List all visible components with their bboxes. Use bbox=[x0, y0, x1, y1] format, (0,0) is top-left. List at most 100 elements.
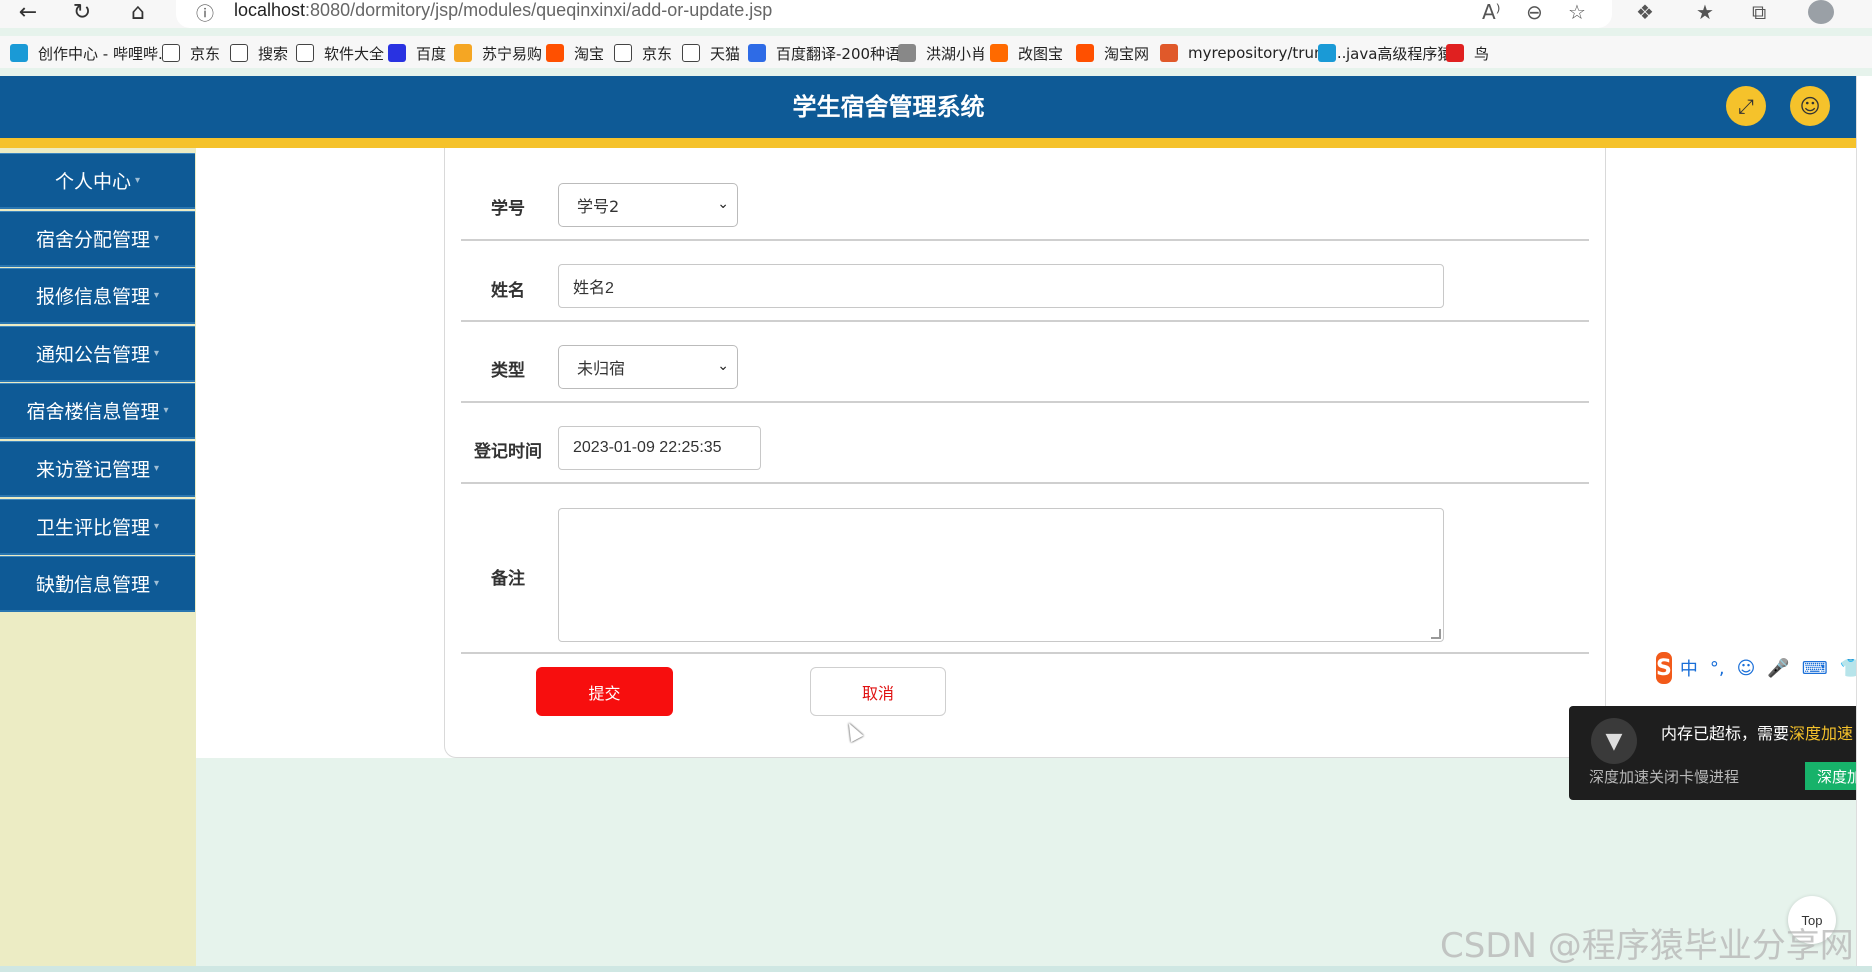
chevron-down-icon: ⌄ bbox=[717, 358, 729, 374]
bookmark-item[interactable]: 苏宁易购 bbox=[454, 42, 542, 64]
submit-button[interactable]: 提交 bbox=[536, 667, 673, 716]
bookmark-label: 百度 bbox=[416, 44, 447, 63]
read-aloud-icon[interactable]: A⁾ bbox=[1482, 0, 1501, 24]
bookmark-label: 京东 bbox=[642, 44, 673, 63]
bookmark-icon bbox=[230, 44, 248, 62]
time-input-value: 2023-01-09 22:25:35 bbox=[573, 439, 722, 456]
profile-icon[interactable] bbox=[1808, 0, 1834, 24]
bookmark-icon bbox=[682, 44, 700, 62]
shield-icon: ▼ bbox=[1591, 718, 1637, 764]
bookmark-icon bbox=[10, 44, 28, 62]
bookmark-label: 天猫 bbox=[710, 44, 741, 63]
bookmark-label: 苏宁易购 bbox=[482, 44, 543, 63]
address-bar[interactable]: ⓘ localhost:8080/dormitory/jsp/modules/q… bbox=[176, 0, 1612, 28]
bookmark-item[interactable]: 淘宝 bbox=[546, 42, 604, 64]
user-icon[interactable]: ☺ bbox=[1790, 86, 1830, 126]
fullscreen-icon[interactable]: ⤢ bbox=[1726, 86, 1766, 126]
ime-toolbar: S 中 °, ☺ 🎤 ⌨ 👕 bbox=[1656, 651, 1872, 685]
caret-down-icon: ▾ bbox=[153, 463, 160, 474]
sidebar-item[interactable]: 个人中心 ▾ bbox=[0, 153, 195, 209]
type-label: 类型 bbox=[491, 361, 525, 381]
bookmark-icon bbox=[990, 44, 1008, 62]
sidebar-item[interactable]: 来访登记管理 ▾ bbox=[0, 441, 195, 497]
bookmark-icon bbox=[162, 44, 180, 62]
favorite-add-icon[interactable]: ☆ bbox=[1568, 0, 1586, 24]
bookmark-icon bbox=[546, 44, 564, 62]
bookmark-item[interactable]: 搜索 bbox=[230, 42, 288, 64]
remark-label: 备注 bbox=[491, 569, 525, 589]
bookmark-item[interactable]: 创作中心 - 哔哩哔... bbox=[10, 42, 172, 64]
bookmark-item[interactable]: 京东 bbox=[614, 42, 672, 64]
sidebar-item[interactable]: 报修信息管理 ▾ bbox=[0, 268, 195, 325]
bookmark-item[interactable]: 百度翻译-200种语... bbox=[748, 42, 914, 64]
bookmark-item[interactable]: 淘宝网 bbox=[1076, 42, 1149, 64]
app-title: 学生宿舍管理系统 bbox=[792, 93, 985, 121]
popup-subtext: 深度加速关闭卡慢进程 bbox=[1589, 768, 1740, 786]
bookmark-label: 洪湖小肖 bbox=[926, 44, 987, 63]
ime-tool-icon[interactable]: ☺ bbox=[1737, 658, 1756, 679]
bookmark-label: 创作中心 - 哔哩哔... bbox=[38, 44, 173, 63]
caret-down-icon: ▾ bbox=[153, 578, 160, 590]
sidebar-item[interactable]: 通知公告管理 ▾ bbox=[0, 325, 195, 382]
caret-down-icon: ▾ bbox=[153, 520, 160, 532]
type-select[interactable]: 未归宿 ⌄ bbox=[558, 345, 738, 389]
caret-down-icon: ▾ bbox=[153, 290, 160, 302]
ime-tool-icon[interactable]: 🎤 bbox=[1767, 658, 1789, 679]
bookmark-item[interactable]: 百度 bbox=[388, 42, 446, 64]
sidebar-item-label: 宿舍分配管理 bbox=[35, 228, 150, 251]
remark-textarea[interactable] bbox=[558, 508, 1444, 642]
sidebar-item-label: 卫生评比管理 bbox=[35, 516, 150, 539]
row-divider bbox=[461, 239, 1589, 241]
bookmark-icon bbox=[898, 44, 916, 62]
sidebar-item[interactable]: 宿舍楼信息管理 ▾ bbox=[0, 383, 195, 440]
sogou-logo-icon[interactable]: S bbox=[1656, 652, 1672, 684]
home-icon[interactable]: ⌂ bbox=[124, 0, 152, 25]
sidebar-item[interactable]: 缺勤信息管理 ▾ bbox=[0, 556, 195, 613]
ime-tool-icon[interactable]: °, bbox=[1710, 658, 1725, 679]
caret-down-icon: ▾ bbox=[163, 405, 169, 417]
caret-down-icon: ▾ bbox=[153, 347, 160, 359]
url-text: localhost:8080/dormitory/jsp/modules/que… bbox=[234, 0, 773, 20]
collections-icon[interactable]: ⧉ bbox=[1752, 0, 1766, 24]
site-info-icon[interactable]: ⓘ bbox=[196, 0, 214, 26]
bookmark-icon bbox=[1076, 44, 1094, 62]
name-input-value: 姓名2 bbox=[573, 280, 614, 297]
resize-handle-icon[interactable] bbox=[1431, 629, 1441, 639]
sidebar-item[interactable]: 卫生评比管理 ▾ bbox=[0, 498, 195, 555]
caret-down-icon: ▾ bbox=[134, 175, 141, 186]
sidebar-item-label: 宿舍楼信息管理 bbox=[26, 401, 160, 424]
sidebar-item[interactable]: 宿舍分配管理 ▾ bbox=[0, 210, 195, 267]
reload-icon[interactable]: ↻ bbox=[68, 0, 96, 25]
extensions-icon[interactable]: ❖ bbox=[1636, 0, 1654, 24]
ime-tool-icon[interactable]: ⌨ bbox=[1802, 658, 1828, 679]
bookmark-item[interactable]: 软件大全 bbox=[296, 42, 384, 64]
student-id-select[interactable]: 学号2 ⌄ bbox=[558, 183, 738, 227]
bookmark-icon bbox=[748, 44, 766, 62]
back-icon[interactable]: ← bbox=[14, 0, 42, 25]
chevron-down-icon: ⌄ bbox=[717, 196, 729, 212]
bookmark-icon bbox=[1446, 44, 1464, 62]
sidebar-item-label: 来访登记管理 bbox=[35, 459, 150, 481]
bookmark-icon bbox=[1318, 44, 1336, 62]
caret-down-icon: ▾ bbox=[153, 232, 160, 244]
zoom-out-icon[interactable]: ⊖ bbox=[1526, 0, 1543, 24]
bookmark-label: 软件大全 bbox=[324, 44, 385, 63]
bookmark-label: 淘宝网 bbox=[1104, 44, 1150, 63]
bookmark-item[interactable]: 鸟 bbox=[1446, 42, 1489, 64]
bookmark-label: 搜索 bbox=[258, 44, 289, 63]
cancel-button[interactable]: 取消 bbox=[810, 667, 946, 716]
sidebar-item-label: 报修信息管理 bbox=[35, 286, 150, 309]
scrollbar[interactable] bbox=[1856, 76, 1872, 966]
bookmark-item[interactable]: 京东 bbox=[162, 42, 220, 64]
bookmark-item[interactable]: 洪湖小肖 bbox=[898, 42, 986, 64]
time-input[interactable]: 2023-01-09 22:25:35 bbox=[558, 426, 761, 470]
bookmark-item[interactable]: 改图宝 bbox=[990, 42, 1063, 64]
ime-tool-icon[interactable]: 中 bbox=[1680, 655, 1698, 681]
favorites-icon[interactable]: ★ bbox=[1696, 0, 1714, 24]
name-input[interactable]: 姓名2 bbox=[558, 264, 1444, 308]
bookmark-item[interactable]: 天猫 bbox=[682, 42, 740, 64]
browser-toolbar: ← ↻ ⌂ ⓘ localhost:8080/dormitory/jsp/mod… bbox=[0, 0, 1872, 28]
bookmarks-bar: 创作中心 - 哔哩哔... 京东 搜索 软件大全 百度 苏宁易购 淘宝 京东 天猫 百度翻译-20… bbox=[0, 36, 1872, 68]
bookmark-label: 百度翻译-200种语... bbox=[776, 44, 915, 63]
bookmark-item[interactable]: java高级程序猿 bbox=[1318, 42, 1452, 64]
